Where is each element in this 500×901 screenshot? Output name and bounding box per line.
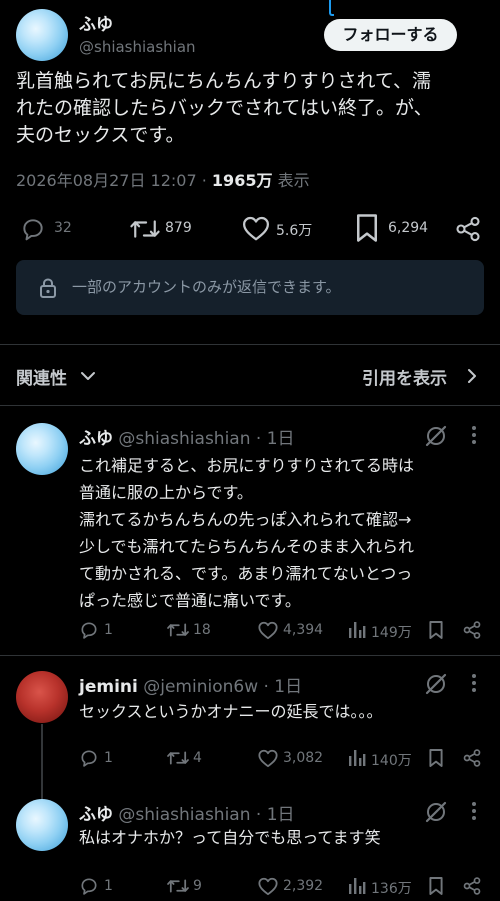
share-icon[interactable] [462,748,482,768]
reply-restriction-box: 一部のアカウントのみが返信できます。 [16,260,484,315]
bookmark-icon[interactable] [354,213,380,243]
reply-time[interactable]: · 1日 [264,677,303,697]
sort-label: 関連性 [16,369,67,389]
lock-icon [38,277,58,299]
repost-count: 18 [193,622,211,638]
reply-body: 私はオナホか？って自分でも思ってます笑 [79,828,381,847]
top-artifact [329,0,334,16]
repost-icon[interactable] [166,620,190,640]
view-count[interactable]: 1965万 [212,171,273,190]
heart-icon[interactable] [241,214,271,242]
view-count: 149万 [371,625,412,641]
heart-icon[interactable] [257,748,279,768]
reply-avatar[interactable] [16,423,68,475]
reply-count: 1 [104,878,113,894]
grok-icon[interactable] [424,424,448,448]
reply-time[interactable]: · 1日 [256,805,295,825]
reply-handle[interactable]: @shiashiashian [118,429,250,449]
author-avatar[interactable] [16,9,68,61]
show-quotes-link[interactable]: 引用を表示 [362,364,476,389]
views-label: 表示 [277,171,310,190]
repost-icon[interactable] [128,216,162,242]
bookmark-icon[interactable] [428,876,444,896]
reply-avatar[interactable] [16,799,68,851]
author-handle[interactable]: @shiashiashian [79,38,196,56]
reply-icon[interactable] [79,620,99,640]
bookmark-count: 6,294 [388,220,429,236]
reply-header: ふゆ @shiashiashian · 1日 [79,800,295,825]
views-icon[interactable] [347,876,367,896]
like-count: 4,394 [283,622,324,638]
share-icon[interactable] [462,876,482,896]
post-timestamp[interactable]: 2026年08月27日 12:07 [16,171,197,190]
heart-icon[interactable] [257,620,279,640]
repost-count: 9 [193,878,202,894]
more-icon[interactable] [470,424,478,446]
view-count: 136万 [371,881,412,897]
repost-icon[interactable] [166,748,190,768]
reply-display-name[interactable]: ふゆ [79,805,113,825]
section-divider [0,405,500,406]
share-icon[interactable] [454,215,482,243]
reply-header: jemini @jeminion6w · 1日 [79,672,302,697]
chevron-down-icon [80,369,96,383]
follow-button[interactable]: フォローする [324,19,457,51]
meta-separator: · [201,171,207,190]
author-display-name[interactable]: ふゆ [79,10,113,35]
show-quotes-label: 引用を表示 [362,369,447,389]
view-count: 140万 [371,753,412,769]
like-count: 2,392 [283,878,324,894]
sort-dropdown[interactable]: 関連性 [16,364,95,389]
repost-icon[interactable] [166,876,190,896]
reply-body: セックスというかオナニーの延長では。。。 [79,702,383,721]
more-icon[interactable] [470,672,478,694]
chevron-right-icon [466,368,478,384]
reply-count: 1 [104,750,113,766]
reply-display-name[interactable]: ふゆ [79,429,113,449]
bookmark-icon[interactable] [428,748,444,768]
reply-header: ふゆ @shiashiashian · 1日 [79,424,295,449]
heart-icon[interactable] [257,876,279,896]
reply-restriction-text: 一部のアカウントのみが返信できます。 [72,278,341,296]
grok-icon[interactable] [424,672,448,696]
repost-count: 4 [193,750,202,766]
reply-body: これ補足すると、お尻にすりすりされてる時は 普通に服の上からです。 濡れてるかち… [79,456,415,610]
reply-icon[interactable] [79,876,99,896]
share-icon[interactable] [462,620,482,640]
post-body: 乳首触られてお尻にちんちんすりすりされて、濡 れたの確認したらバックでされてはい… [16,70,433,146]
reply-time[interactable]: · 1日 [256,429,295,449]
reply-icon[interactable] [20,216,46,242]
reply-icon[interactable] [79,748,99,768]
bookmark-icon[interactable] [428,620,444,640]
post-meta: 2026年08月27日 12:07 · 1965万 表示 [16,167,310,191]
reply-handle[interactable]: @jeminion6w [143,677,258,697]
views-icon[interactable] [347,620,367,640]
reply-display-name[interactable]: jemini [79,677,138,697]
reply-handle[interactable]: @shiashiashian [118,805,250,825]
reply-count: 32 [54,220,72,236]
section-divider [0,655,500,656]
like-count: 3,082 [283,750,324,766]
grok-icon[interactable] [424,800,448,824]
like-count: 5.6万 [276,223,313,239]
more-icon[interactable] [470,800,478,822]
reply-count: 1 [104,622,113,638]
section-divider [0,344,500,345]
views-icon[interactable] [347,748,367,768]
reply-avatar[interactable] [16,671,68,723]
repost-count: 879 [165,220,192,236]
